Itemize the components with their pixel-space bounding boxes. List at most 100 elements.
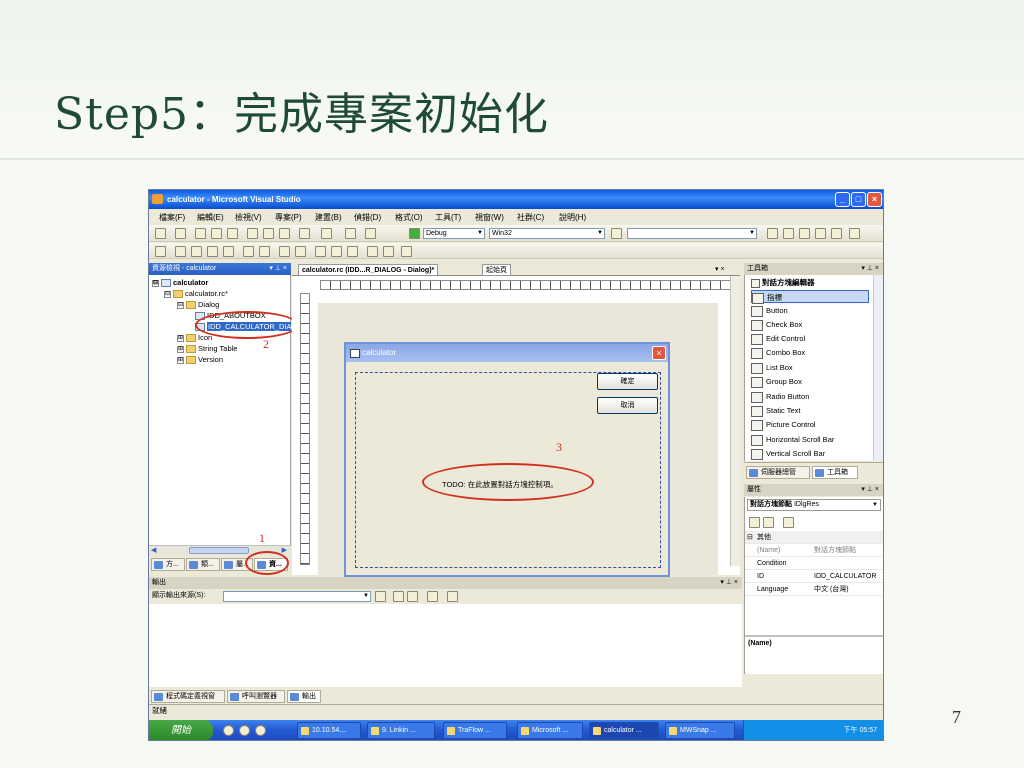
scroll-left-icon[interactable]: ◀ bbox=[151, 546, 156, 554]
clear-all-icon[interactable] bbox=[427, 591, 438, 602]
calculator-dialog[interactable]: calculator × 確定 取消 TODO: 在此放置對話方塊控制項。 3 bbox=[344, 342, 670, 577]
open-folder-icon[interactable] bbox=[195, 228, 206, 239]
toolbox-item-combo-box[interactable]: Combo Box bbox=[751, 346, 805, 359]
properties-icon[interactable] bbox=[783, 228, 794, 239]
cancel-button[interactable]: 取消 bbox=[597, 397, 658, 414]
document-controls[interactable]: ▾ × bbox=[712, 264, 728, 276]
toolbox-item-hscroll[interactable]: Horizontal Scroll Bar bbox=[751, 433, 834, 446]
toggle-guides-icon[interactable] bbox=[383, 246, 394, 257]
property-row[interactable]: (Name) 對話方塊節點 bbox=[745, 544, 883, 557]
quicklaunch-ie-icon[interactable] bbox=[223, 725, 234, 736]
tab-server-explorer[interactable]: 伺服器總管 bbox=[746, 466, 810, 479]
property-category[interactable]: ⊟ 其他 bbox=[745, 531, 883, 544]
expand-icon[interactable]: ⊞ bbox=[177, 345, 184, 353]
find-message-icon[interactable] bbox=[375, 591, 386, 602]
copy-icon[interactable] bbox=[263, 228, 274, 239]
properties-object-select[interactable]: 對話方塊節點 IDlgRes ▼ bbox=[747, 499, 881, 511]
dialog-close-icon[interactable]: × bbox=[652, 346, 666, 360]
tree-item-string-table[interactable]: ⊞ String Table bbox=[177, 343, 237, 354]
word-wrap-icon[interactable] bbox=[447, 591, 458, 602]
start-page-icon[interactable] bbox=[831, 228, 842, 239]
toolbox-item-edit-control[interactable]: Edit Control bbox=[751, 332, 805, 345]
collapse-icon[interactable]: ⊟ bbox=[747, 531, 753, 544]
menu-edit[interactable]: 編輯(E) bbox=[197, 212, 224, 223]
toolbox-item-static-text[interactable]: Static Text bbox=[751, 404, 800, 417]
panel-controls[interactable]: ▾ ⊥ × bbox=[269, 263, 287, 275]
test-dialog-icon[interactable] bbox=[155, 246, 166, 257]
menu-debug[interactable]: 偵錯(D) bbox=[354, 212, 381, 223]
task-traflow[interactable]: TraFlow ... bbox=[443, 722, 507, 739]
property-row[interactable]: Language 中文 (台灣) bbox=[745, 583, 883, 596]
tree-item-calculator[interactable]: ⊟ calculator bbox=[152, 277, 208, 288]
output-header[interactable]: 輸出 ▾ ⊥ × bbox=[149, 577, 742, 589]
config-select[interactable]: Debug ▼ bbox=[423, 228, 485, 239]
find-icon[interactable] bbox=[611, 228, 622, 239]
toolbox-item-radio-button[interactable]: Radio Button bbox=[751, 390, 809, 403]
task-linkin[interactable]: 9. Linkin ... bbox=[367, 722, 435, 739]
tab-class-view[interactable]: 類... bbox=[186, 558, 220, 571]
menu-window[interactable]: 視窗(W) bbox=[475, 212, 504, 223]
panel-controls[interactable]: ▾ ⊥ × bbox=[720, 577, 738, 589]
property-row[interactable]: ID IDD_CALCULATOR bbox=[745, 570, 883, 583]
toolbox-item-picture-control[interactable]: Picture Control bbox=[751, 418, 816, 431]
start-debug-icon[interactable] bbox=[409, 228, 420, 239]
task-microsoft[interactable]: Microsoft ... bbox=[517, 722, 583, 739]
quicklaunch-browser-icon[interactable] bbox=[239, 725, 250, 736]
quicklaunch-app-icon[interactable] bbox=[255, 725, 266, 736]
tree-item-version[interactable]: ⊞ Version bbox=[177, 354, 223, 365]
cut-icon[interactable] bbox=[247, 228, 258, 239]
minimize-button[interactable]: _ bbox=[835, 192, 850, 207]
center-vertical-icon[interactable] bbox=[243, 246, 254, 257]
scroll-right-icon[interactable]: ▶ bbox=[282, 546, 287, 554]
tab-toolbox[interactable]: 工具箱 bbox=[812, 466, 858, 479]
menu-view[interactable]: 檢視(V) bbox=[235, 212, 262, 223]
editor-vscrollbar[interactable] bbox=[730, 276, 740, 566]
new-project-icon[interactable] bbox=[155, 228, 166, 239]
tab-solution-explorer[interactable]: 方... bbox=[151, 558, 185, 571]
output-source-select[interactable]: ▼ bbox=[223, 591, 371, 602]
toolbox-item-group-box[interactable]: Group Box bbox=[751, 375, 802, 388]
toolbox-item-list-box[interactable]: List Box bbox=[751, 361, 793, 374]
undo-icon[interactable] bbox=[299, 228, 310, 239]
tree-item-rc[interactable]: ⊟ calculator.rc* bbox=[164, 288, 228, 299]
align-left-icon[interactable] bbox=[175, 246, 186, 257]
collapse-icon[interactable]: ⊟ bbox=[152, 279, 159, 287]
tab-call-browser[interactable]: 呼叫瀏覽器 bbox=[227, 690, 285, 703]
tab-calculator-rc[interactable]: calculator.rc (IDD...R_DIALOG - Dialog)* bbox=[298, 264, 439, 276]
properties-header[interactable]: 屬性 ▾ ⊥ × bbox=[744, 484, 883, 496]
save-icon[interactable] bbox=[211, 228, 222, 239]
toolbox-header[interactable]: 工具箱 ▾ ⊥ × bbox=[744, 263, 883, 275]
task-10-10-54[interactable]: 10.10.54.... bbox=[297, 722, 361, 739]
toolbox-item-pointer[interactable]: 指標 bbox=[751, 290, 869, 304]
redo-icon[interactable] bbox=[321, 228, 332, 239]
panel-controls[interactable]: ▾ ⊥ × bbox=[861, 484, 879, 496]
menu-project[interactable]: 專案(P) bbox=[275, 212, 302, 223]
collapse-icon[interactable]: ⊟ bbox=[177, 301, 184, 309]
menu-file[interactable]: 檔案(F) bbox=[159, 212, 185, 223]
center-horizontal-icon[interactable] bbox=[259, 246, 270, 257]
collapse-icon[interactable]: ⊟ bbox=[164, 290, 171, 298]
menu-format[interactable]: 格式(O) bbox=[395, 212, 423, 223]
goto-next-icon[interactable] bbox=[407, 591, 418, 602]
navigate-forward-icon[interactable] bbox=[365, 228, 376, 239]
align-bottom-icon[interactable] bbox=[223, 246, 234, 257]
tab-start-page[interactable]: 起始頁 bbox=[482, 264, 511, 276]
platform-select[interactable]: Win32 ▼ bbox=[489, 228, 605, 239]
navigate-back-icon[interactable] bbox=[345, 228, 356, 239]
menu-community[interactable]: 社群(C) bbox=[517, 212, 544, 223]
align-top-icon[interactable] bbox=[207, 246, 218, 257]
resource-view-header[interactable]: 資源檢視 - calculator ▾ ⊥ × bbox=[149, 263, 291, 275]
start-button[interactable]: 開始 bbox=[149, 720, 213, 740]
expand-icon[interactable]: ⊞ bbox=[177, 356, 184, 364]
task-calculator[interactable]: calculator ... bbox=[589, 722, 659, 739]
toolbox-group-dialog-editor[interactable]: 對話方塊編輯器 bbox=[751, 276, 815, 289]
toolbox-item-vscroll[interactable]: Vertical Scroll Bar bbox=[751, 447, 825, 460]
paste-icon[interactable] bbox=[279, 228, 290, 239]
toolbox-item-button[interactable]: Button bbox=[751, 304, 788, 317]
make-same-width-icon[interactable] bbox=[315, 246, 326, 257]
toggle-grid-icon[interactable] bbox=[367, 246, 378, 257]
more-icon[interactable] bbox=[849, 228, 860, 239]
menu-build[interactable]: 建置(B) bbox=[315, 212, 342, 223]
goto-prev-icon[interactable] bbox=[393, 591, 404, 602]
solution-explorer-icon[interactable] bbox=[767, 228, 778, 239]
